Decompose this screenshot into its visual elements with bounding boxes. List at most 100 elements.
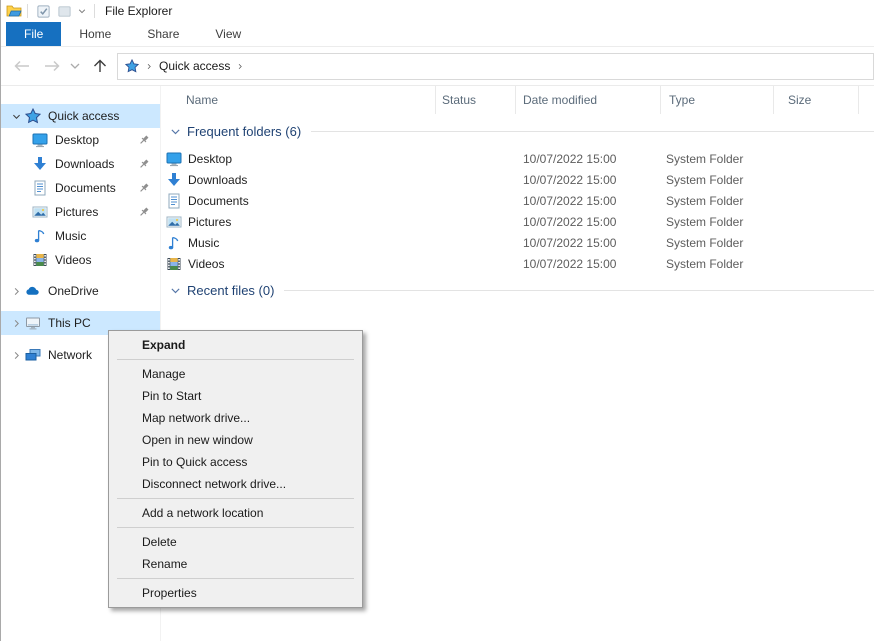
tab-share[interactable]: Share [129, 22, 197, 46]
table-row-desktop[interactable]: Desktop 10/07/2022 15:00 System Folder [161, 148, 874, 169]
recent-locations-dropdown[interactable] [69, 61, 81, 71]
sidebar-item-music[interactable]: Music [1, 224, 160, 248]
sidebar-item-downloads[interactable]: Downloads [1, 152, 160, 176]
sidebar-item-documents[interactable]: Documents [1, 176, 160, 200]
network-icon [25, 347, 41, 363]
up-button[interactable] [91, 58, 109, 74]
column-header-name[interactable]: Name [161, 86, 436, 114]
sidebar-item-quick-access[interactable]: Quick access [1, 104, 160, 128]
qat-properties-button[interactable] [36, 4, 51, 19]
row-name: Documents [188, 194, 249, 208]
column-header-date-modified[interactable]: Date modified [516, 86, 661, 114]
breadcrumb-chevron-icon[interactable] [236, 62, 244, 71]
music-icon [32, 228, 48, 244]
row-name: Music [188, 236, 219, 250]
context-menu: Expand Manage Pin to Start Map network d… [108, 330, 363, 608]
downloads-icon [32, 156, 48, 172]
menu-item-pin-to-start[interactable]: Pin to Start [109, 385, 362, 407]
sidebar-item-label: Network [48, 348, 92, 362]
group-header-label: Frequent folders (6) [187, 124, 301, 139]
chevron-down-icon[interactable] [7, 111, 25, 122]
column-header-size[interactable]: Size [774, 86, 859, 114]
table-row-pictures[interactable]: Pictures 10/07/2022 15:00 System Folder [161, 211, 874, 232]
column-header-row: Name Status Date modified Type Size [161, 86, 874, 114]
pin-icon[interactable] [137, 157, 151, 171]
pin-icon[interactable] [137, 205, 151, 219]
downloads-icon [166, 172, 182, 188]
menu-item-expand[interactable]: Expand [109, 334, 362, 356]
documents-icon [166, 193, 182, 209]
column-header-type[interactable]: Type [661, 86, 774, 114]
sidebar-item-label: This PC [48, 316, 91, 330]
music-icon [166, 235, 182, 251]
breadcrumb-chevron-icon[interactable] [145, 62, 153, 71]
sidebar-item-label: Quick access [48, 109, 119, 123]
table-row-downloads[interactable]: Downloads 10/07/2022 15:00 System Folder [161, 169, 874, 190]
table-row-documents[interactable]: Documents 10/07/2022 15:00 System Folder [161, 190, 874, 211]
chevron-down-icon[interactable] [169, 125, 182, 138]
menu-item-open-in-new-window[interactable]: Open in new window [109, 429, 362, 451]
group-header-label: Recent files (0) [187, 283, 274, 298]
forward-button[interactable] [41, 58, 63, 74]
frequent-folders-list: Desktop 10/07/2022 15:00 System Folder D… [161, 148, 874, 274]
tab-view[interactable]: View [197, 22, 259, 46]
address-bar[interactable]: Quick access [117, 53, 874, 80]
row-date-modified: 10/07/2022 15:00 [516, 173, 661, 187]
onedrive-cloud-icon [25, 283, 41, 299]
chevron-right-icon[interactable] [7, 318, 25, 329]
column-header-status[interactable]: Status [436, 86, 516, 114]
tab-home[interactable]: Home [61, 22, 129, 46]
menu-separator [117, 527, 354, 528]
menu-item-manage[interactable]: Manage [109, 363, 362, 385]
chevron-down-icon[interactable] [169, 284, 182, 297]
menu-separator [117, 498, 354, 499]
sidebar-item-videos[interactable]: Videos [1, 248, 160, 272]
row-type: System Folder [661, 194, 774, 208]
row-type: System Folder [661, 215, 774, 229]
qat-new-folder-button[interactable] [57, 4, 72, 19]
sidebar-item-label: Desktop [55, 133, 99, 147]
row-name: Desktop [188, 152, 232, 166]
divider [94, 4, 95, 18]
group-header-frequent-folders[interactable]: Frequent folders (6) [161, 121, 874, 141]
table-row-videos[interactable]: Videos 10/07/2022 15:00 System Folder [161, 253, 874, 274]
quick-access-star-icon [25, 108, 41, 124]
table-row-music[interactable]: Music 10/07/2022 15:00 System Folder [161, 232, 874, 253]
menu-item-add-network-location[interactable]: Add a network location [109, 502, 362, 524]
desktop-icon [166, 151, 182, 167]
group-header-recent-files[interactable]: Recent files (0) [161, 280, 874, 300]
back-button[interactable] [11, 58, 33, 74]
menu-item-delete[interactable]: Delete [109, 531, 362, 553]
file-explorer-logo-icon [6, 3, 22, 19]
this-pc-monitor-icon [25, 315, 41, 331]
menu-item-properties[interactable]: Properties [109, 582, 362, 604]
chevron-right-icon[interactable] [7, 286, 25, 297]
chevron-right-icon[interactable] [7, 350, 25, 361]
row-type: System Folder [661, 257, 774, 271]
pictures-icon [166, 214, 182, 230]
pin-icon[interactable] [137, 181, 151, 195]
pin-icon[interactable] [137, 133, 151, 147]
sidebar-item-pictures[interactable]: Pictures [1, 200, 160, 224]
title-bar: File Explorer [1, 0, 874, 22]
menu-item-disconnect-network-drive[interactable]: Disconnect network drive... [109, 473, 362, 495]
sidebar-group-gap [1, 272, 160, 279]
menu-item-pin-to-quick-access[interactable]: Pin to Quick access [109, 451, 362, 473]
sidebar-item-onedrive[interactable]: OneDrive [1, 279, 160, 303]
row-name: Pictures [188, 215, 231, 229]
qat-customize-dropdown[interactable] [77, 6, 87, 16]
row-type: System Folder [661, 152, 774, 166]
sidebar-item-label: Music [55, 229, 86, 243]
tab-file[interactable]: File [6, 22, 61, 46]
sidebar-item-label: Videos [55, 253, 91, 267]
sidebar-item-label: OneDrive [48, 284, 99, 298]
sidebar-item-desktop[interactable]: Desktop [1, 128, 160, 152]
row-date-modified: 10/07/2022 15:00 [516, 257, 661, 271]
breadcrumb-segment[interactable]: Quick access [159, 59, 230, 73]
group-header-rule [284, 290, 874, 291]
menu-item-rename[interactable]: Rename [109, 553, 362, 575]
row-name: Videos [188, 257, 224, 271]
menu-item-map-network-drive[interactable]: Map network drive... [109, 407, 362, 429]
videos-icon [166, 256, 182, 272]
divider [27, 4, 28, 18]
